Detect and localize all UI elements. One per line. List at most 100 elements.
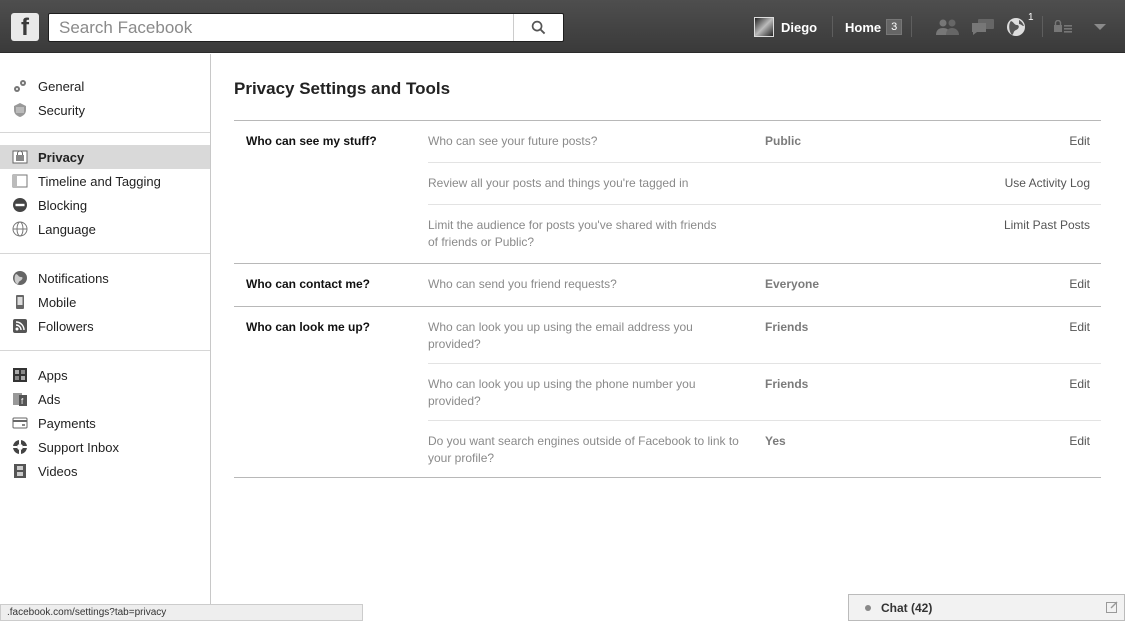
home-label: Home	[845, 19, 882, 35]
use-activity-log-link[interactable]: Use Activity Log	[875, 175, 1101, 196]
setting-value: Everyone	[765, 277, 820, 291]
setting-row: Who can see your future posts? Public Ed…	[428, 121, 1101, 163]
setting-question: Who can see your future posts?	[428, 134, 598, 148]
sidebar-item-label: Followers	[38, 318, 94, 334]
setting-row: Who can look you up using the phone numb…	[428, 364, 1101, 421]
ads-icon: f	[12, 391, 28, 407]
chat-label: Chat (42)	[881, 600, 933, 615]
divider	[832, 16, 833, 37]
sidebar-item-label: Mobile	[38, 294, 77, 310]
privacy-icon	[12, 149, 28, 165]
online-status-icon	[865, 604, 871, 611]
sidebar-item-privacy[interactable]: Privacy	[0, 145, 210, 169]
setting-row: Do you want search engines outside of Fa…	[428, 421, 1101, 477]
rss-feed-icon	[12, 318, 28, 334]
setting-value: Yes	[765, 434, 786, 448]
settings-sidebar: General Security Privacy Timeline and Ta…	[0, 54, 211, 621]
section-who-can-see-my-stuff: Who can see my stuff? Who can see your f…	[234, 121, 1101, 264]
sidebar-item-language[interactable]: Language	[0, 217, 210, 241]
sidebar-item-label: Privacy	[38, 149, 85, 165]
sidebar-group-account: General Security	[0, 54, 210, 133]
compose-icon[interactable]	[1106, 601, 1118, 616]
lock-icon	[1054, 20, 1072, 33]
privacy-shortcuts-button[interactable]	[1052, 17, 1074, 37]
chat-tab[interactable]: Chat (42)	[848, 594, 1125, 621]
divider	[911, 16, 912, 37]
language-globe-icon	[12, 221, 28, 237]
sidebar-item-label: Notifications	[38, 270, 109, 286]
section-who-can-look-me-up: Who can look me up? Who can look you up …	[234, 307, 1101, 478]
top-bar: f Diego Home 3 1	[0, 0, 1125, 53]
search-button[interactable]	[513, 14, 563, 41]
globe-icon	[12, 270, 28, 286]
setting-question: Who can send you friend requests?	[428, 277, 617, 291]
section-heading: Who can contact me?	[246, 277, 371, 291]
sidebar-item-label: Ads	[38, 391, 61, 407]
sidebar-item-ads[interactable]: f Ads	[0, 387, 210, 411]
avatar	[754, 17, 774, 37]
section-who-can-contact-me: Who can contact me? Who can send you fri…	[234, 264, 1101, 307]
sidebar-item-general[interactable]: General	[0, 74, 210, 98]
sidebar-item-label: Blocking	[38, 197, 88, 213]
setting-value: Friends	[765, 320, 809, 334]
sidebar-item-label: Payments	[38, 415, 96, 431]
setting-row: Limit the audience for posts you've shar…	[428, 205, 1101, 263]
sidebar-item-payments[interactable]: Payments	[0, 411, 210, 435]
sidebar-item-notifications[interactable]: Notifications	[0, 266, 210, 290]
messages-icon	[972, 19, 994, 35]
sidebar-group-privacy: Privacy Timeline and Tagging Blocking La…	[0, 133, 210, 254]
mobile-phone-icon	[12, 294, 28, 310]
edit-friend-requests-link[interactable]: Edit	[875, 276, 1101, 298]
timeline-icon	[12, 173, 28, 189]
search-input[interactable]	[59, 17, 499, 39]
divider	[1042, 16, 1043, 37]
sidebar-item-apps[interactable]: Apps	[0, 363, 210, 387]
globe-icon	[1007, 18, 1025, 36]
sidebar-item-timeline-and-tagging[interactable]: Timeline and Tagging	[0, 169, 210, 193]
search-icon	[531, 20, 546, 35]
sidebar-item-mobile[interactable]: Mobile	[0, 290, 210, 314]
setting-row: Review all your posts and things you're …	[428, 163, 1101, 205]
user-name: Diego	[781, 19, 818, 35]
facebook-logo[interactable]: f	[11, 13, 39, 41]
notifications-button[interactable]	[1004, 17, 1028, 37]
badge-icon	[12, 102, 28, 118]
sidebar-item-security[interactable]: Security	[0, 98, 210, 122]
lifebuoy-icon	[12, 439, 28, 455]
sidebar-item-label: Language	[38, 221, 96, 237]
credit-card-icon	[12, 415, 28, 431]
edit-future-posts-link[interactable]: Edit	[875, 133, 1101, 154]
setting-row: Who can send you friend requests? Everyo…	[428, 264, 1101, 306]
friends-icon	[936, 19, 959, 35]
setting-row: Who can look you up using the email addr…	[428, 307, 1101, 364]
apps-icon	[12, 367, 28, 383]
setting-question: Do you want search engines outside of Fa…	[428, 434, 739, 465]
sidebar-item-blocking[interactable]: Blocking	[0, 193, 210, 217]
sidebar-item-videos[interactable]: Videos	[0, 459, 210, 483]
sidebar-group-notifications: Notifications Mobile Followers	[0, 254, 210, 351]
limit-past-posts-link[interactable]: Limit Past Posts	[875, 217, 1101, 251]
sidebar-item-support-inbox[interactable]: Support Inbox	[0, 435, 210, 459]
sidebar-item-label: Apps	[38, 367, 68, 383]
section-heading: Who can look me up?	[246, 320, 371, 334]
messages-button[interactable]	[970, 17, 996, 37]
setting-value: Public	[765, 134, 802, 148]
edit-email-lookup-link[interactable]: Edit	[875, 319, 1101, 353]
privacy-settings-panel: Privacy Settings and Tools Who can see m…	[234, 54, 1101, 478]
edit-phone-lookup-link[interactable]: Edit	[875, 376, 1101, 410]
profile-link[interactable]: Diego	[754, 16, 817, 38]
notification-count: 1	[1028, 12, 1034, 23]
block-icon	[12, 197, 28, 213]
edit-search-engines-link[interactable]: Edit	[875, 433, 1101, 467]
sidebar-item-label: Timeline and Tagging	[38, 173, 161, 189]
sidebar-item-followers[interactable]: Followers	[0, 314, 210, 338]
friend-requests-button[interactable]	[934, 17, 962, 37]
page-title: Privacy Settings and Tools	[234, 79, 1101, 121]
sidebar-item-label: Security	[38, 102, 85, 118]
section-heading: Who can see my stuff?	[246, 134, 377, 148]
sidebar-item-label: Support Inbox	[38, 439, 119, 455]
status-bar-url: .facebook.com/settings?tab=privacy	[0, 604, 363, 621]
sidebar-item-label: Videos	[38, 463, 78, 479]
home-link[interactable]: Home 3	[845, 16, 903, 38]
account-menu-button[interactable]	[1090, 17, 1110, 37]
